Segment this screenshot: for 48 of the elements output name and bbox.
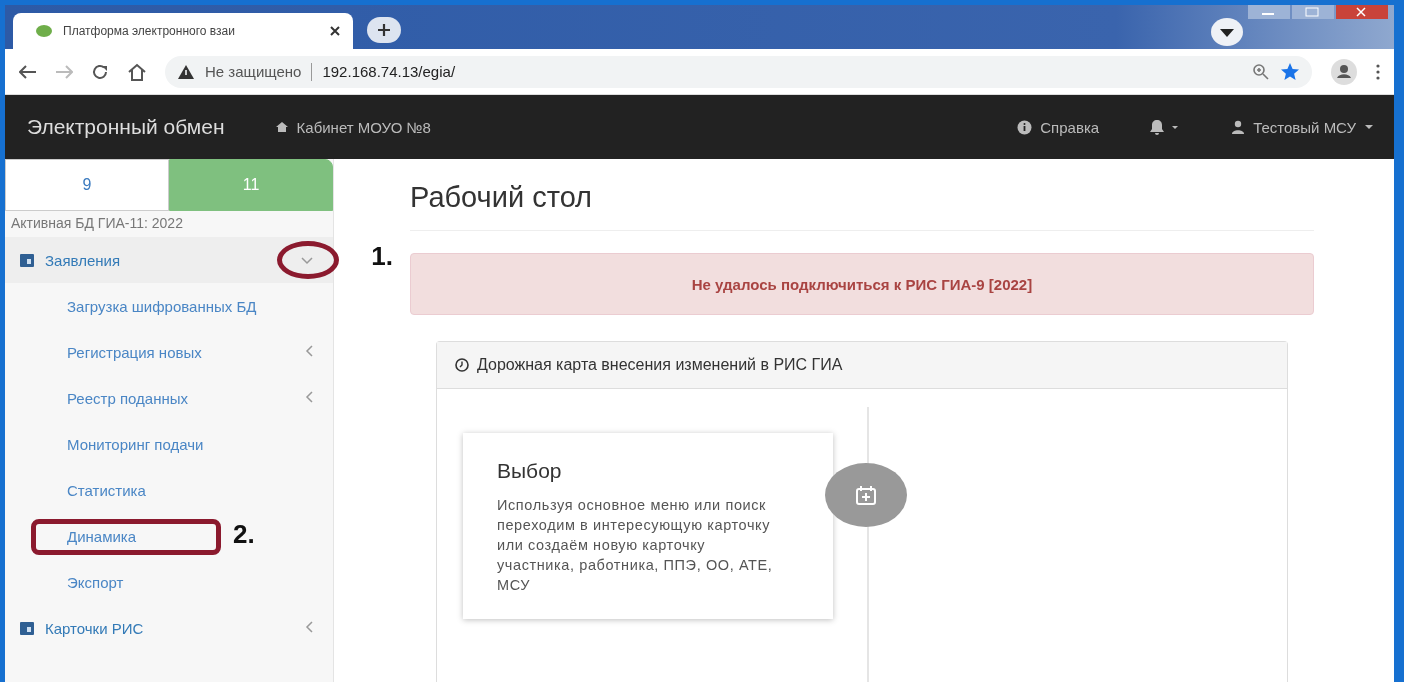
menu-icon[interactable] — [1376, 62, 1380, 81]
menu-item[interactable]: Экспорт — [5, 559, 333, 605]
menu-item[interactable]: Реестр поданных — [5, 375, 333, 421]
url-text: 192.168.74.13/egia/ — [322, 63, 457, 80]
step-title: Выбор — [497, 459, 563, 483]
folder-icon — [19, 620, 35, 636]
home-icon — [274, 121, 289, 133]
info-icon — [1017, 119, 1033, 135]
back-icon[interactable] — [19, 64, 37, 79]
menu-section[interactable]: Заявления — [5, 237, 333, 283]
annotation-number: 2. — [233, 519, 255, 550]
help-link[interactable]: Справка — [1017, 118, 1100, 136]
bell-icon — [1149, 119, 1180, 135]
caret-icon — [1364, 124, 1374, 130]
annotation-ellipse — [277, 241, 339, 279]
menu-item[interactable]: Мониторинг подачи — [5, 421, 333, 467]
user-icon — [1231, 120, 1246, 134]
plus-icon — [377, 23, 391, 37]
error-alert: Не удалось подключиться к РИС ГИА-9 [2022] — [410, 253, 1314, 315]
browser-tab[interactable]: Платформа электронного взаи — [13, 13, 353, 49]
menu-item[interactable]: Статистика — [5, 467, 333, 513]
reload-icon[interactable] — [91, 62, 109, 81]
address-bar[interactable]: Не защищено 192.168.74.13/egia/ — [165, 55, 1312, 88]
folder-icon — [19, 252, 35, 268]
menu-item[interactable]: Загрузка шифрованных БД — [5, 283, 333, 329]
menu-section[interactable]: Карточки РИС — [5, 605, 333, 651]
new-tab-button[interactable] — [367, 17, 401, 43]
calendar-plus-icon — [855, 485, 877, 505]
brand-title[interactable]: Электронный обмен — [27, 115, 225, 139]
avatar-icon[interactable] — [1330, 57, 1358, 86]
annotation-number: 1. — [371, 241, 393, 272]
clock-icon — [455, 358, 469, 372]
active-db-caption: Активная БД ГИА-11: 2022 — [10, 214, 184, 231]
menu-item[interactable]: Динамика 2. — [5, 513, 333, 559]
step-text: Используя основное меню или поиск переходим в интересующую карточку или создаём новую карточку участника, работника, ППЭ, ОО, АТЕ, МСУ — [497, 496, 774, 595]
security-label: Не защищено — [205, 63, 302, 80]
panel-heading: Дорожная карта внесения изменений в РИС ГИА — [477, 356, 843, 374]
home-icon[interactable] — [127, 62, 147, 81]
user-menu[interactable]: Тестовый МСУ — [1231, 118, 1374, 136]
close-icon[interactable] — [329, 25, 341, 37]
zoom-icon[interactable] — [1252, 62, 1270, 81]
page-title: Рабочий стол — [410, 181, 1314, 231]
menu-item[interactable]: Регистрация новых — [5, 329, 333, 375]
notifications-button[interactable] — [1149, 119, 1180, 135]
star-icon[interactable] — [1280, 61, 1300, 82]
grade-tab[interactable]: 9 — [5, 159, 169, 211]
warning-icon — [177, 63, 195, 80]
cabinet-link[interactable]: Кабинет МОУО №8 — [274, 118, 431, 136]
